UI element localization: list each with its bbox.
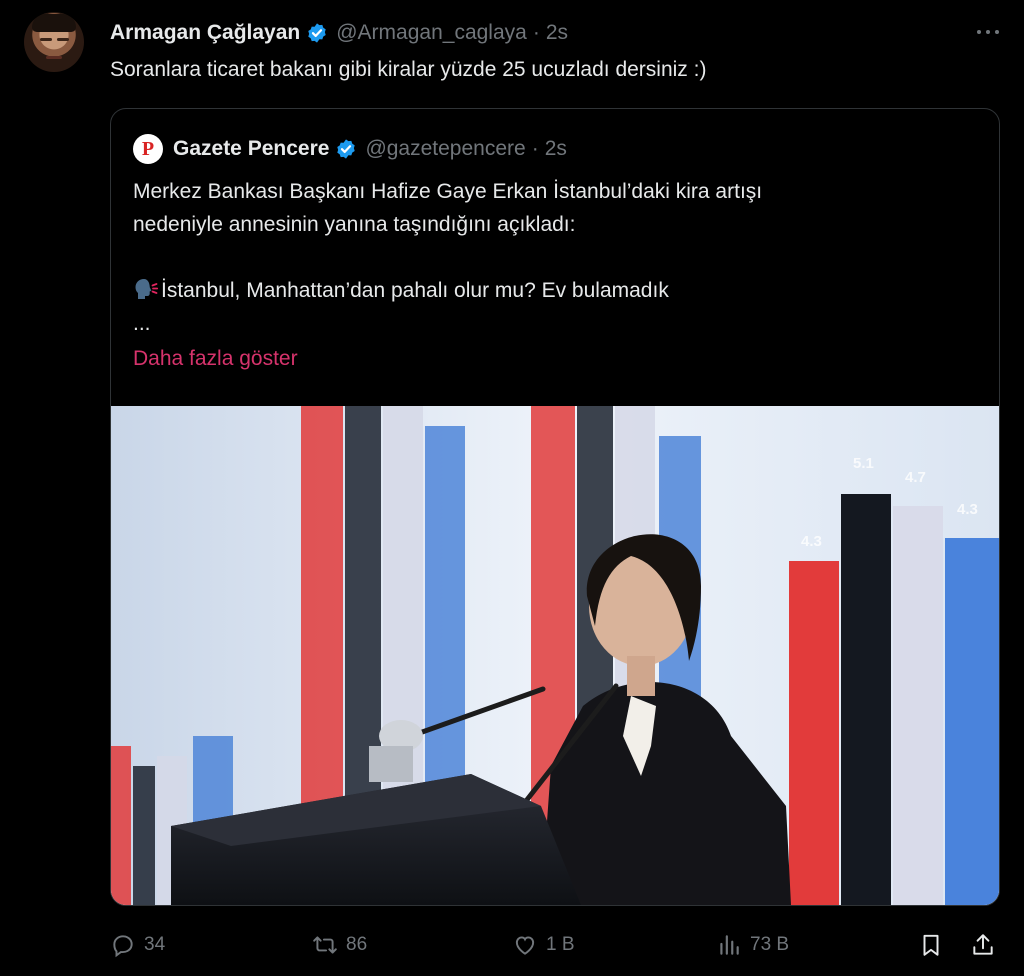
post-text: Soranlara ticaret bakanı gibi kiralar yü… xyxy=(110,58,707,81)
reply-icon xyxy=(113,935,133,958)
reply-button[interactable]: 34 xyxy=(110,928,165,962)
post-actions: 34 86 1 B 73 B xyxy=(0,928,1024,964)
quoted-post-header: P Gazete Pencere @gazetepencere · 2s xyxy=(133,133,567,165)
author-name[interactable]: Armagan Çağlayan xyxy=(110,21,300,45)
reply-count: 34 xyxy=(144,934,166,955)
photo-bar-label: 4.7 xyxy=(905,469,926,486)
quoted-text-line: nedeniyle annesinin yanına taşındığını a… xyxy=(133,213,576,236)
separator-dot: · xyxy=(532,21,540,44)
post-header: Armagan Çağlayan @Armagan_caglaya · 2s xyxy=(110,18,568,48)
separator-dot: · xyxy=(531,137,539,160)
author-avatar[interactable] xyxy=(24,12,84,72)
quoted-text-line: İstanbul, Manhattan’dan pahalı olur mu? … xyxy=(133,274,983,307)
show-more-link[interactable]: Daha fazla göster xyxy=(133,347,298,371)
like-icon xyxy=(515,936,535,955)
speaking-head-icon xyxy=(135,279,159,299)
like-count: 1 B xyxy=(546,934,575,955)
photo-bar-label: 5.1 xyxy=(853,455,874,472)
bookmark-button[interactable] xyxy=(918,928,944,962)
verified-badge-icon xyxy=(308,23,326,43)
views-button[interactable]: 73 B xyxy=(716,928,789,962)
quoted-text-line: ... xyxy=(133,312,151,335)
quoted-post[interactable]: P Gazete Pencere @gazetepencere · 2s Mer… xyxy=(110,108,1000,906)
quoted-text-line: Merkez Bankası Başkanı Hafize Gaye Erkan… xyxy=(133,180,763,203)
views-icon xyxy=(720,935,739,955)
photo-bar-label: 4.3 xyxy=(957,501,978,518)
share-icon xyxy=(973,934,993,955)
views-count: 73 B xyxy=(750,934,790,955)
quoted-post-time[interactable]: 2s xyxy=(545,137,567,161)
verified-badge-icon xyxy=(337,139,356,159)
repost-button[interactable]: 86 xyxy=(312,928,367,962)
post-time[interactable]: 2s xyxy=(546,21,568,45)
quoted-author-handle[interactable]: @gazetepencere xyxy=(365,137,525,161)
photo-bar-label: 4.3 xyxy=(801,533,822,550)
quoted-post-photo[interactable]: 4.3 5.1 4.7 4.3 xyxy=(111,406,999,905)
repost-icon xyxy=(313,936,337,954)
bookmark-icon xyxy=(923,934,939,956)
quoted-author-name[interactable]: Gazete Pencere xyxy=(173,137,329,161)
photo-illustration: 4.3 5.1 4.7 4.3 xyxy=(111,406,999,905)
quoted-post-body: Merkez Bankası Başkanı Hafize Gaye Erkan… xyxy=(133,175,983,340)
like-button[interactable]: 1 B xyxy=(512,928,575,962)
gazete-pencere-logo[interactable]: P xyxy=(133,134,163,164)
repost-count: 86 xyxy=(346,934,368,955)
share-button[interactable] xyxy=(970,928,996,962)
more-icon[interactable] xyxy=(970,20,1006,44)
author-handle[interactable]: @Armagan_caglaya xyxy=(336,21,527,45)
